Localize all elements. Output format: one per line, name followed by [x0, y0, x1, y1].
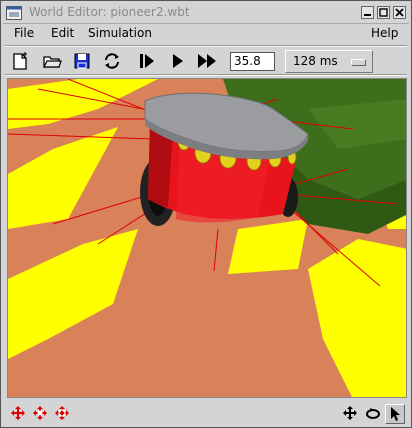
translate-xz-icon[interactable] [31, 404, 49, 422]
status-bar [3, 401, 409, 425]
translate-icon[interactable] [9, 404, 27, 422]
title-bar[interactable]: World Editor: pioneer2.wbt [3, 3, 409, 24]
maximize-icon[interactable] [377, 6, 390, 19]
rotate-view-icon[interactable] [364, 404, 382, 422]
save-icon[interactable] [71, 50, 93, 72]
translate-y-icon[interactable] [53, 404, 71, 422]
fast-forward-icon[interactable] [196, 50, 218, 72]
run-icon[interactable] [166, 50, 188, 72]
time-step-value: 128 ms [293, 54, 338, 68]
simulation-time-field[interactable]: 35.8 [230, 52, 275, 71]
revert-icon[interactable] [101, 50, 123, 72]
dropdown-indicator-icon [351, 59, 366, 66]
window-title: World Editor: pioneer2.wbt [29, 5, 190, 19]
pointer-icon[interactable] [385, 404, 405, 424]
3d-viewport[interactable] [7, 78, 407, 398]
step-icon[interactable] [136, 50, 158, 72]
menu-help[interactable]: Help [371, 26, 398, 40]
move-view-icon[interactable] [341, 404, 359, 422]
minimize-icon[interactable] [361, 6, 374, 19]
app-icon [6, 6, 22, 20]
menu-simulation[interactable]: Simulation [88, 26, 152, 40]
new-file-icon[interactable] [9, 50, 31, 72]
menu-file[interactable]: File [14, 26, 34, 40]
menu-edit[interactable]: Edit [51, 26, 74, 40]
toolbar-separator [5, 74, 407, 76]
world-editor-window: World Editor: pioneer2.wbt File Edit Sim… [0, 0, 412, 428]
menu-bar: File Edit Simulation Help [3, 24, 409, 44]
open-folder-icon[interactable] [41, 50, 63, 72]
time-step-select[interactable]: 128 ms [285, 50, 373, 73]
scene-render [8, 79, 406, 397]
close-icon[interactable] [393, 6, 406, 19]
